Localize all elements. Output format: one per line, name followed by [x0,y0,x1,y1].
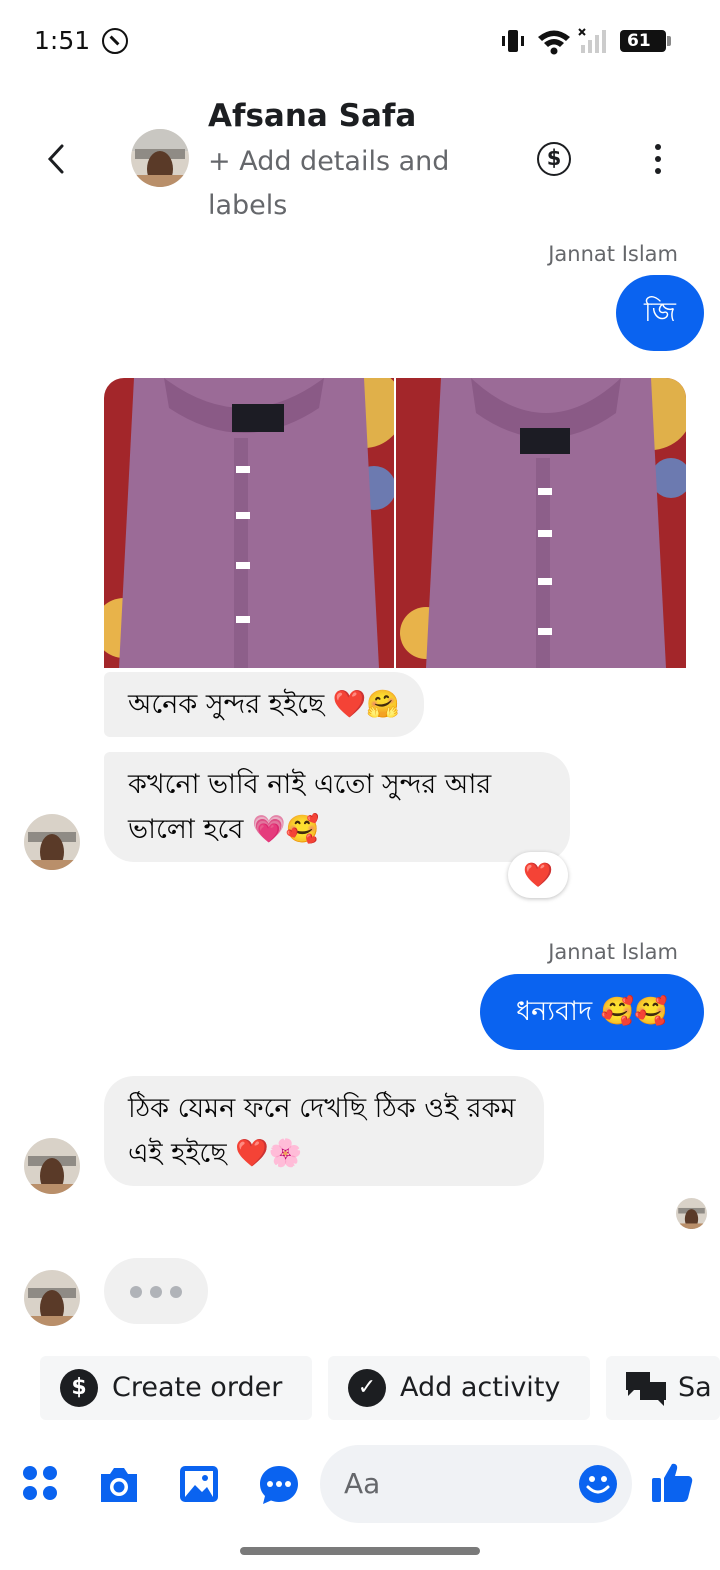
incoming-message[interactable]: অনেক সুন্দর হইছে ❤️🤗 [104,672,425,737]
create-order-label: Create order [112,1372,283,1403]
create-order-button[interactable]: $ Create order [40,1356,312,1420]
add-activity-button[interactable]: ✓ Add activity [328,1356,590,1420]
gallery-icon[interactable] [179,1465,219,1503]
contact-name[interactable]: Afsana Safa [208,98,416,134]
apps-icon[interactable] [22,1465,58,1501]
contact-avatar[interactable] [24,1138,80,1194]
chat-bubble-icon[interactable] [258,1464,300,1506]
shirt-photo-2[interactable] [396,378,686,668]
incoming-message[interactable]: কখনো ভাবি নাই এতো সুন্দর আর ভালো হবে 💗🥰 [104,752,570,862]
more-icon[interactable] [648,144,668,178]
do-not-disturb-icon [102,28,128,54]
shirt-photo-1[interactable] [104,378,394,668]
message-composer: Aa [0,1440,720,1530]
check-icon: ✓ [348,1369,386,1407]
message-input-placeholder: Aa [344,1467,381,1500]
status-time: 1:51 [34,26,91,55]
saved-replies-label: Sa [678,1372,712,1403]
wifi-icon [538,30,570,55]
home-indicator[interactable] [240,1547,480,1555]
typing-indicator [104,1258,208,1324]
add-details-link[interactable]: + Add details and labels [208,140,498,228]
outgoing-message[interactable]: ধন্যবাদ 🥰🥰 [480,974,704,1050]
dollar-icon[interactable]: $ [537,142,571,176]
sender-name: Jannat Islam [548,242,678,266]
outgoing-message[interactable]: জি [616,275,704,351]
heart-reaction[interactable]: ❤️ [508,852,568,898]
dollar-icon: $ [60,1369,98,1407]
vibrate-icon [502,30,524,52]
camera-icon[interactable] [97,1464,141,1504]
conversation-header: Afsana Safa + Add details and labels $ [0,84,720,234]
message-input[interactable]: Aa [320,1445,632,1523]
battery-indicator: 61 [620,30,671,52]
incoming-message[interactable]: ঠিক যেমন ফনে দেখছি ঠিক ওই রকম এই হইছে ❤️… [104,1076,544,1186]
thumbs-up-icon[interactable] [650,1460,694,1504]
back-icon[interactable] [40,142,74,176]
chat-bubbles-icon [626,1372,666,1406]
add-activity-label: Add activity [400,1372,561,1403]
signal-icon [578,28,606,53]
sender-name: Jannat Islam [548,940,678,964]
status-bar: 1:51 61 [0,0,720,84]
emoji-icon[interactable] [578,1464,618,1504]
contact-avatar[interactable] [131,129,189,187]
saved-replies-button[interactable]: Sa [606,1356,720,1420]
seen-receipt-avatar [676,1198,707,1229]
contact-avatar[interactable] [24,1270,80,1326]
contact-avatar[interactable] [24,814,80,870]
